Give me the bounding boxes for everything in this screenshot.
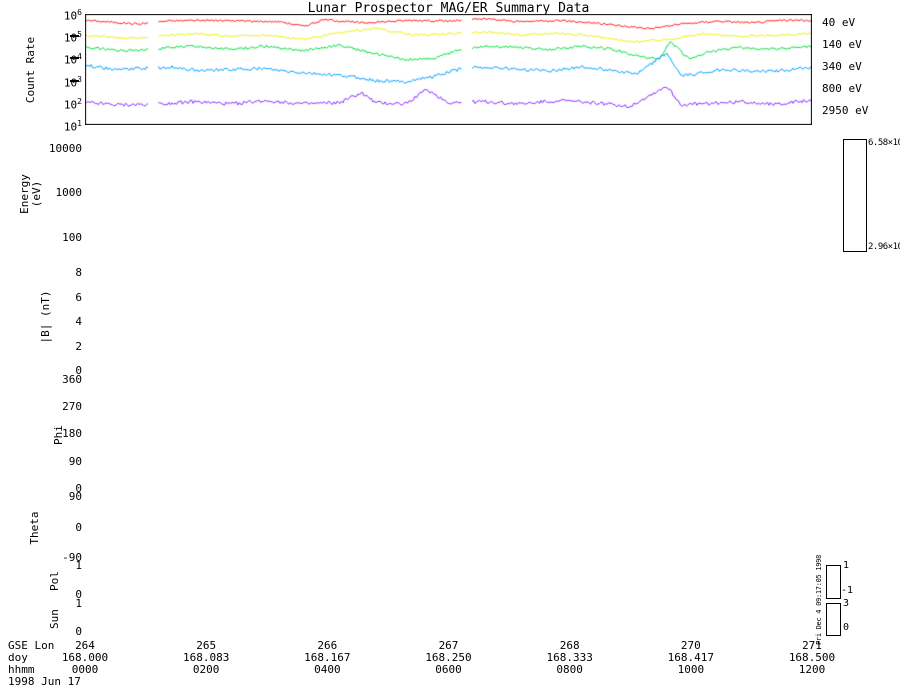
sun-colorbar-max: 3 <box>843 598 850 609</box>
y-tick-label: 102 <box>63 97 82 112</box>
x-tick-label: 1200 <box>798 663 826 676</box>
y-tick-label: 180 <box>62 427 82 440</box>
y-tick-label: 101 <box>63 119 82 134</box>
energy-spectrogram-plot <box>85 136 812 252</box>
sun-bar-plot <box>85 603 812 635</box>
legend-item-label: 340 eV <box>822 60 862 73</box>
spectrogram-colorbar <box>843 139 867 252</box>
sun-colorbar <box>826 603 841 636</box>
y-tick-label: 2 <box>75 340 82 353</box>
legend-item-label: 800 eV <box>822 82 862 95</box>
legend-item: 40 eV <box>822 16 897 29</box>
phi-plot <box>85 380 812 490</box>
legend-item-label: 2950 eV <box>822 104 869 117</box>
outer-tick <box>70 35 79 37</box>
y-tick-label: 90 <box>68 490 82 503</box>
y-tick-label: 1000 <box>55 186 83 199</box>
legend-item: 140 eV <box>822 38 897 51</box>
y-tick-label: 8 <box>75 266 82 279</box>
count-rate-axis-label: Count Rate <box>24 36 37 104</box>
x-tick-label: 0200 <box>192 663 220 676</box>
legend-item-label: 140 eV <box>822 38 862 51</box>
pol-colorbar-max: 1 <box>843 560 850 571</box>
x-tick-label: 0600 <box>435 663 462 676</box>
colorbar-min-label: 2.96×101 <box>868 242 900 252</box>
pol-colorbar <box>826 565 841 599</box>
creation-timestamp: Fri Dec 4 09:17:05 1998 <box>815 554 823 646</box>
theta-plot <box>85 497 812 560</box>
x-tick-label: 0000 <box>71 663 99 676</box>
y-tick-label: 270 <box>62 400 82 413</box>
legend-item: 800 eV <box>822 82 897 95</box>
y-tick-label: 100 <box>62 231 82 244</box>
colorbar-max-label: 6.58×105 <box>868 138 900 148</box>
y-tick-label: 360 <box>62 373 82 386</box>
y-tick-label: 1 <box>75 597 82 610</box>
count-rate-plot <box>85 14 812 125</box>
y-tick-label: 0 <box>75 625 82 638</box>
y-tick-label: 6 <box>75 291 82 304</box>
y-tick-label: 106 <box>63 8 82 23</box>
outer-tick <box>70 80 79 82</box>
lunar-prospector-summary-plot: Lunar Prospector MAG/ER Summary Data Cou… <box>0 0 900 700</box>
theta-axis-label: Theta <box>28 511 41 545</box>
pol-colorbar-min: -1 <box>841 585 854 596</box>
x-tick-label: 1000 <box>677 663 705 676</box>
y-tick-label: 0 <box>75 521 82 534</box>
bmag-plot <box>85 262 812 372</box>
y-tick-label: 90 <box>68 455 82 468</box>
x-tick-label: 0800 <box>556 663 583 676</box>
xaxis-date-label: 1998 Jun 17 <box>8 675 81 688</box>
sun-colorbar-min: 0 <box>843 622 850 633</box>
y-tick-label: 4 <box>75 315 82 328</box>
outer-tick <box>70 57 79 59</box>
legend-item: 2950 eV <box>822 104 897 117</box>
x-tick-label: 0400 <box>314 663 341 676</box>
legend-item-label: 40 eV <box>822 16 856 29</box>
y-tick-label: 1 <box>75 559 82 572</box>
pol-bar-plot <box>85 565 812 598</box>
legend-item: 340 eV <box>822 60 897 73</box>
y-tick-label: 10000 <box>48 142 82 155</box>
